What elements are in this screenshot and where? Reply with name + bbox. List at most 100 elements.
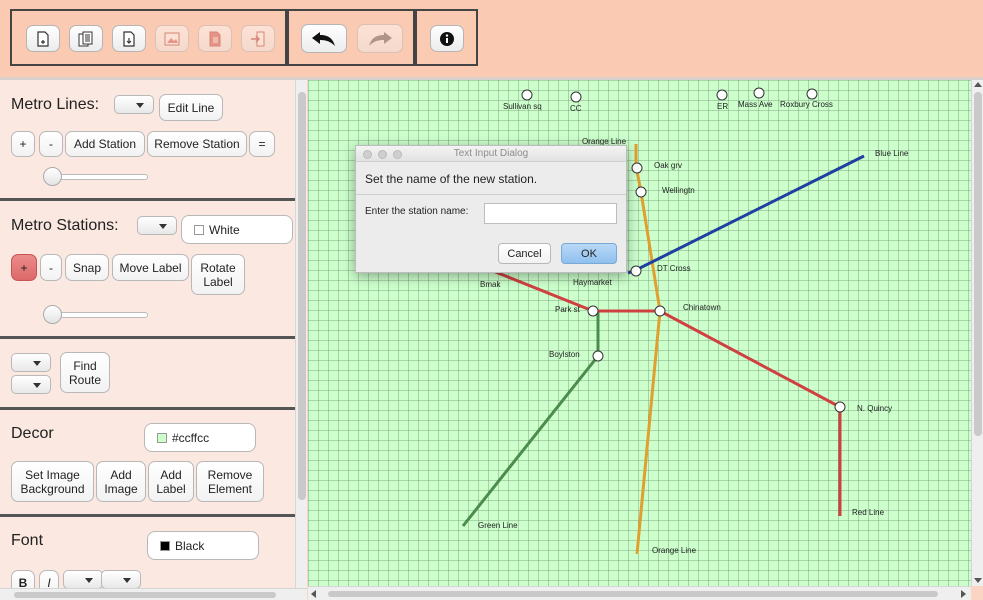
- remove-station-tool-button[interactable]: -: [40, 254, 62, 281]
- background-color-label: #ccffcc: [172, 430, 210, 445]
- font-family-dropdown[interactable]: [63, 570, 103, 588]
- add-line-button[interactable]: +: [11, 131, 35, 157]
- section-divider: [0, 514, 295, 517]
- find-route-button[interactable]: Find Route: [60, 352, 110, 393]
- station-label[interactable]: Oak grv: [654, 161, 682, 170]
- line-label[interactable]: Green Line: [478, 521, 518, 530]
- add-label-line2: Label: [156, 481, 186, 496]
- station-marker[interactable]: [631, 162, 643, 174]
- station-label[interactable]: Boylston: [549, 350, 580, 359]
- font-color-picker[interactable]: Black: [147, 531, 259, 560]
- station-marker[interactable]: [592, 350, 604, 362]
- station-marker[interactable]: [570, 91, 582, 103]
- station-name-label: Enter the station name:: [365, 206, 469, 217]
- move-label-button[interactable]: Move Label: [112, 254, 189, 281]
- background-color-swatch: [157, 432, 167, 443]
- station-marker[interactable]: [654, 305, 666, 317]
- route-from-dropdown[interactable]: [11, 353, 51, 372]
- open-file-button[interactable]: [112, 25, 146, 52]
- station-marker[interactable]: [716, 89, 728, 101]
- station-marker[interactable]: [753, 87, 765, 99]
- undo-button[interactable]: [301, 24, 347, 53]
- list-stations-button[interactable]: =: [249, 131, 275, 157]
- station-label[interactable]: ER: [717, 102, 728, 111]
- station-label[interactable]: Wellingtn: [662, 186, 695, 195]
- export-file-button[interactable]: [198, 25, 232, 52]
- metro-stations-dropdown[interactable]: [137, 216, 177, 235]
- set-image-background-button[interactable]: Set Image Background: [11, 461, 94, 502]
- edit-line-button[interactable]: Edit Line: [159, 94, 223, 121]
- map-horizontal-scroll-thumb[interactable]: [328, 591, 938, 597]
- add-label-button[interactable]: Add Label: [148, 461, 194, 502]
- station-label[interactable]: Mass Ave: [738, 100, 773, 109]
- rotate-label-button[interactable]: Rotate Label: [191, 254, 245, 295]
- cancel-button[interactable]: Cancel: [498, 243, 551, 264]
- section-divider: [0, 407, 295, 410]
- station-label[interactable]: N. Quincy: [857, 404, 892, 413]
- remove-station-button[interactable]: Remove Station: [147, 131, 247, 157]
- close-window-icon[interactable]: [363, 150, 372, 159]
- station-marker[interactable]: [587, 305, 599, 317]
- italic-button[interactable]: I: [39, 570, 59, 588]
- station-label[interactable]: Haymarket: [573, 278, 612, 287]
- info-button[interactable]: [430, 25, 464, 52]
- station-color-swatch: [194, 224, 204, 235]
- station-label[interactable]: Roxbury Cross: [780, 100, 833, 109]
- station-color-picker[interactable]: White: [181, 215, 293, 244]
- line-label[interactable]: Orange Line: [652, 546, 697, 555]
- minimize-window-icon[interactable]: [378, 150, 387, 159]
- map-vertical-scroll-thumb[interactable]: [974, 92, 982, 436]
- station-label[interactable]: Bmak: [480, 280, 501, 289]
- font-color-swatch: [160, 540, 170, 551]
- scroll-left-arrow-icon[interactable]: [311, 590, 316, 598]
- remove-element-button[interactable]: Remove Element: [196, 461, 264, 502]
- metro-stations-title: Metro Stations:: [11, 217, 119, 234]
- ok-button[interactable]: OK: [561, 243, 617, 264]
- station-radius-slider-knob[interactable]: [43, 305, 62, 324]
- panel-horizontal-scrollbar[interactable]: [0, 588, 307, 600]
- find-route-line1: Find: [73, 358, 97, 373]
- line-label[interactable]: Red Line: [852, 508, 885, 517]
- decor-title: Decor: [11, 425, 54, 442]
- scroll-right-arrow-icon[interactable]: [961, 590, 966, 598]
- line-label[interactable]: Blue Line: [875, 149, 909, 158]
- scroll-down-arrow-icon[interactable]: [974, 578, 982, 583]
- panel-horizontal-scroll-thumb[interactable]: [14, 592, 276, 598]
- route-to-dropdown[interactable]: [11, 375, 51, 394]
- station-marker[interactable]: [834, 401, 846, 413]
- station-marker[interactable]: [630, 265, 642, 277]
- add-station-tool-button[interactable]: +: [11, 254, 37, 281]
- background-color-picker[interactable]: #ccffcc: [144, 423, 256, 452]
- add-station-button[interactable]: Add Station: [65, 131, 145, 157]
- station-label[interactable]: Park st: [555, 305, 581, 314]
- panel-vertical-scroll-thumb[interactable]: [298, 92, 306, 500]
- bold-button[interactable]: B: [11, 570, 35, 588]
- redo-icon: [369, 31, 392, 46]
- scroll-up-arrow-icon[interactable]: [974, 82, 982, 87]
- line-thickness-slider-knob[interactable]: [43, 167, 62, 186]
- map-vertical-scrollbar[interactable]: [971, 80, 983, 586]
- station-marker[interactable]: [806, 88, 818, 100]
- station-name-input[interactable]: [484, 203, 617, 224]
- font-size-dropdown[interactable]: [101, 570, 141, 588]
- station-marker[interactable]: [635, 186, 647, 198]
- station-label[interactable]: Sullivan sq: [503, 102, 542, 111]
- dialog-divider: [356, 194, 626, 195]
- station-label[interactable]: DT Cross: [657, 264, 691, 273]
- copy-file-button[interactable]: [69, 25, 103, 52]
- station-label[interactable]: CC: [570, 104, 582, 113]
- add-image-button[interactable]: Add Image: [96, 461, 146, 502]
- map-horizontal-scrollbar[interactable]: [308, 586, 971, 600]
- exit-button[interactable]: [241, 25, 275, 52]
- add-label-line1: Add: [160, 467, 182, 482]
- panel-vertical-scrollbar[interactable]: [295, 80, 307, 588]
- save-image-button[interactable]: [155, 25, 189, 52]
- snap-button[interactable]: Snap: [65, 254, 109, 281]
- new-file-button[interactable]: [26, 25, 60, 52]
- redo-button[interactable]: [357, 24, 403, 53]
- metro-lines-dropdown[interactable]: [114, 95, 154, 114]
- station-marker[interactable]: [521, 89, 533, 101]
- maximize-window-icon[interactable]: [393, 150, 402, 159]
- station-label[interactable]: Chinatown: [683, 303, 721, 312]
- remove-line-button[interactable]: -: [39, 131, 63, 157]
